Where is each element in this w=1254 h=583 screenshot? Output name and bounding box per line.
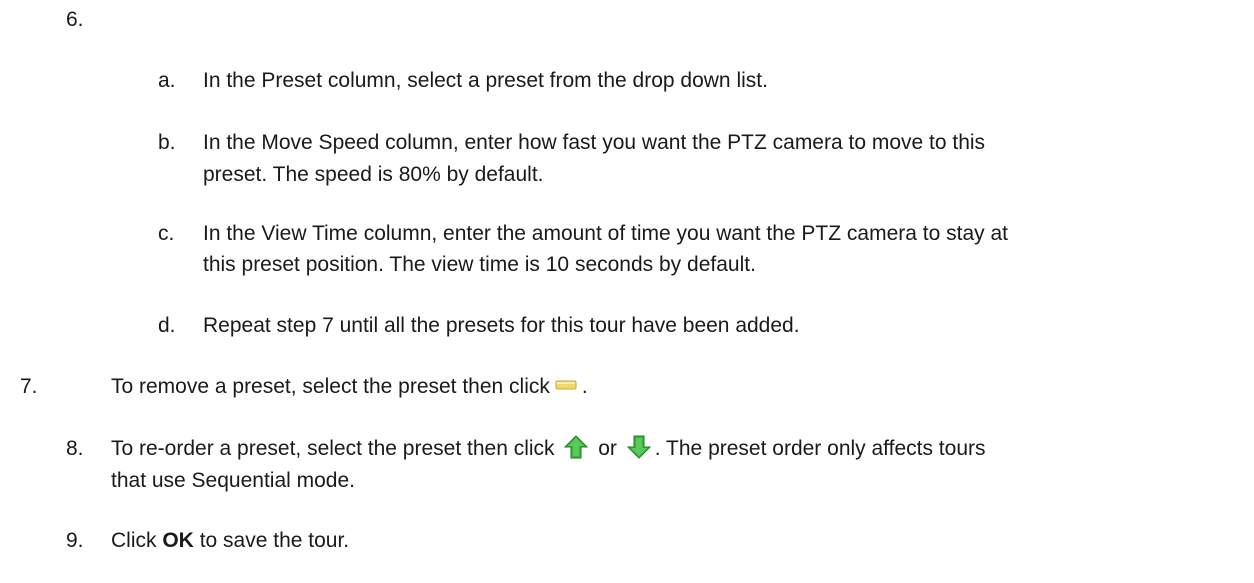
step-6-number: 6. (66, 8, 84, 31)
step-7-text-after: . (581, 375, 588, 398)
substep-a-letter: a. (158, 69, 176, 92)
move-down-icon (626, 434, 652, 460)
step-8-text-before: To re-order a preset, select the preset … (111, 437, 555, 460)
move-up-icon (563, 434, 589, 460)
substep-d-letter: d. (158, 314, 176, 337)
substep-c-text-line2: this preset position. The view time is 1… (203, 253, 756, 276)
step-8-text-after: . The preset order only affects tours (654, 437, 986, 460)
step-8-text-line2: that use Sequential mode. (111, 469, 356, 492)
step-7-number: 7. (20, 375, 38, 398)
substep-b-letter: b. (158, 131, 176, 154)
substep-a-text: In the Preset column, select a preset fr… (203, 69, 768, 92)
substep-b-text-line1: In the Move Speed column, enter how fast… (203, 131, 986, 154)
step-8-number: 8. (66, 437, 84, 460)
step-7-text: To remove a preset, select the preset th… (111, 372, 588, 402)
step-9-text-before: Click (111, 529, 157, 552)
remove-preset-icon (553, 372, 579, 398)
substep-d-text: Repeat step 7 until all the presets for … (203, 314, 800, 337)
step-7-text-before: To remove a preset, select the preset th… (111, 375, 550, 398)
substep-b-text-line2: preset. The speed is 80% by default. (203, 163, 544, 186)
substep-c-text-line1: In the View Time column, enter the amoun… (203, 222, 1008, 245)
step-9-number: 9. (66, 529, 84, 552)
step-8-text-line1: To re-order a preset, select the preset … (111, 434, 986, 464)
substep-c-letter: c. (158, 222, 175, 245)
step-8-or: or (598, 437, 617, 460)
step-9-text-after: to save the tour. (199, 529, 350, 552)
step-9-text: Click OK to save the tour. (111, 526, 349, 556)
step-9-ok-label: OK (162, 529, 194, 552)
